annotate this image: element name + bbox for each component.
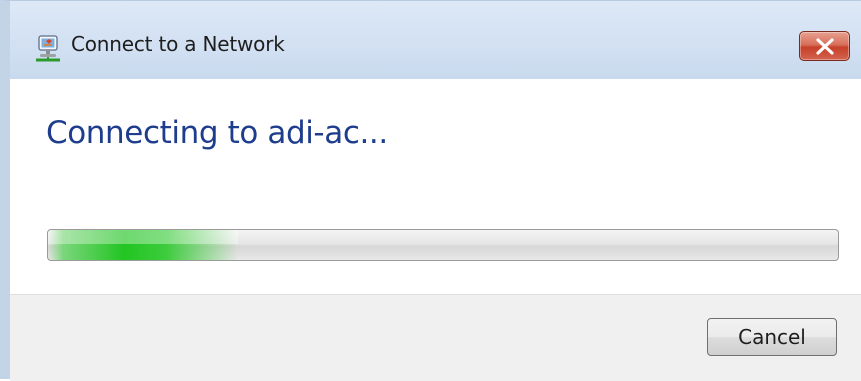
window-title: Connect to a Network <box>71 32 285 56</box>
cancel-button[interactable]: Cancel <box>707 318 837 356</box>
status-heading: Connecting to adi-ac... <box>46 115 388 151</box>
dialog-footer: Cancel <box>10 294 861 381</box>
title-bar[interactable]: Connect to a Network <box>10 1 861 79</box>
progress-marquee <box>48 230 238 260</box>
network-icon <box>34 33 64 63</box>
close-button[interactable] <box>799 31 850 61</box>
connect-dialog: Connect to a Network Connecting to adi-a… <box>0 0 861 381</box>
dialog-body: Connecting to adi-ac... <box>10 79 861 294</box>
progress-bar <box>47 229 839 261</box>
